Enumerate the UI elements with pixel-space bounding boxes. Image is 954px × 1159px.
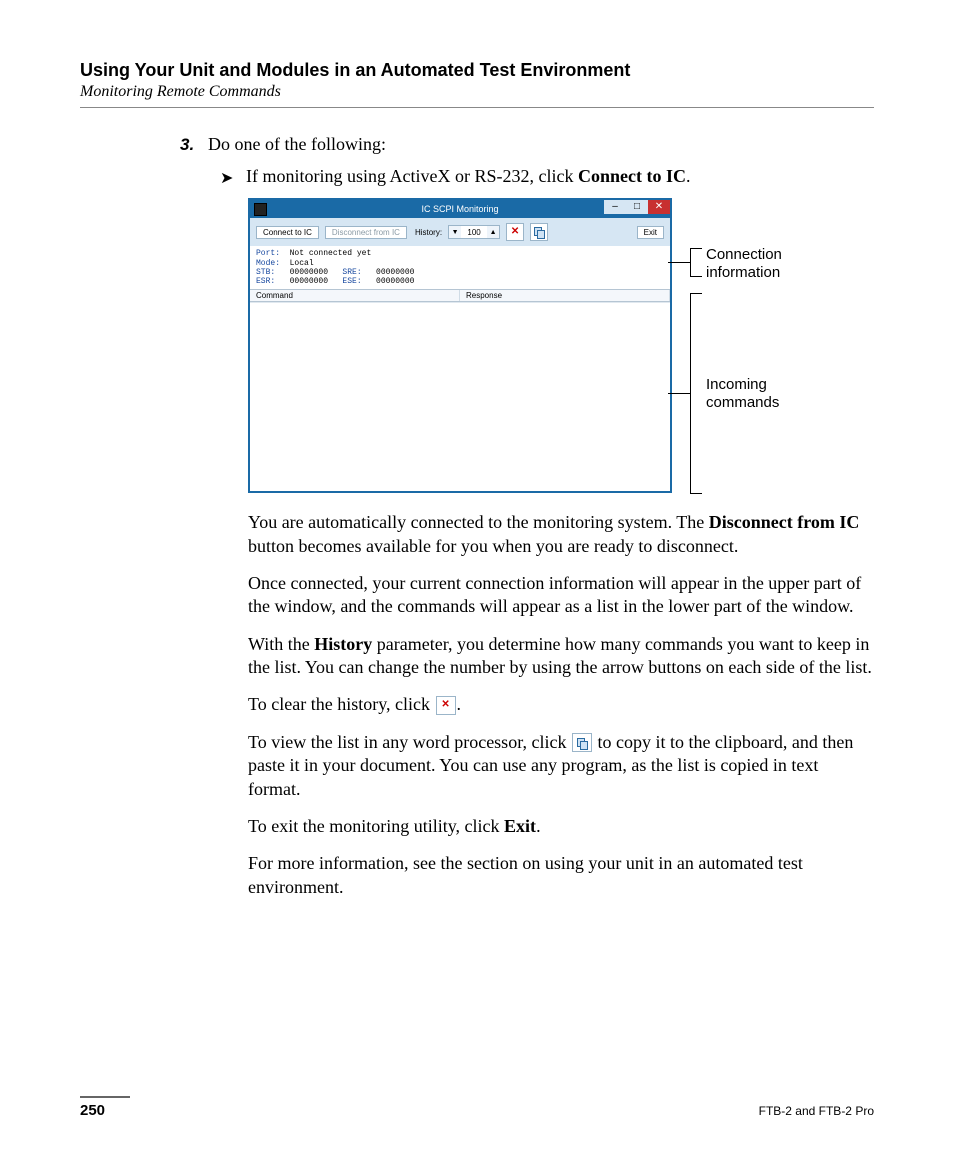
paragraph: You are automatically connected to the m… xyxy=(248,511,874,558)
text: To clear the history, click xyxy=(248,694,435,714)
callout-leader xyxy=(690,248,702,249)
exit-button[interactable]: Exit xyxy=(637,226,664,239)
bullet-arrow-icon: ➤ xyxy=(220,168,246,188)
page-footer: 250 FTB-2 and FTB-2 Pro xyxy=(80,1096,874,1119)
close-button[interactable]: ✕ xyxy=(648,200,670,214)
x-icon: ✕ xyxy=(511,227,519,237)
mode-label: Mode: xyxy=(256,259,280,268)
column-response: Response xyxy=(460,290,670,301)
text: With the xyxy=(248,634,314,654)
paragraph: Once connected, your current connection … xyxy=(248,572,874,619)
footer-rule xyxy=(80,1096,130,1098)
product-name: FTB-2 and FTB-2 Pro xyxy=(759,1104,874,1118)
paragraph: To view the list in any word processor, … xyxy=(248,731,874,801)
disconnect-from-ic-button[interactable]: Disconnect from IC xyxy=(325,226,407,239)
chapter-title: Using Your Unit and Modules in an Automa… xyxy=(80,60,874,81)
text-bold: Exit xyxy=(504,816,536,836)
clear-history-button[interactable]: ✕ xyxy=(506,223,524,241)
copy-icon xyxy=(577,738,587,748)
sre-value: 00000000 xyxy=(376,268,414,277)
paragraph: With the History parameter, you determin… xyxy=(248,633,874,680)
paragraph: For more information, see the section on… xyxy=(248,852,874,899)
callout-leader xyxy=(668,262,690,263)
callout-incoming-commands: Incoming commands xyxy=(706,376,806,411)
mode-value: Local xyxy=(290,259,314,268)
history-spinner[interactable]: ▼ 100 ▲ xyxy=(448,225,500,239)
page-number: 250 xyxy=(80,1102,105,1119)
stb-value: 00000000 xyxy=(290,268,328,277)
callout-leader xyxy=(690,248,691,276)
text-bold: Disconnect from IC xyxy=(709,512,860,532)
callout-leader xyxy=(690,293,702,294)
minimize-button[interactable]: – xyxy=(604,200,626,214)
text-bold: History xyxy=(314,634,372,654)
port-value: Not connected yet xyxy=(290,249,372,258)
history-label: History: xyxy=(415,228,442,237)
paragraph: To exit the monitoring utility, click Ex… xyxy=(248,815,874,838)
x-icon: ✕ xyxy=(441,700,449,710)
list-header: Command Response xyxy=(250,289,670,302)
port-label: Port: xyxy=(256,249,280,258)
text: To exit the monitoring utility, click xyxy=(248,816,504,836)
maximize-button[interactable]: □ xyxy=(626,200,648,214)
command-list[interactable] xyxy=(250,302,670,491)
connection-info-panel: Port: Not connected yet Mode: Local STB:… xyxy=(250,246,670,289)
bullet-text: If monitoring using ActiveX or RS-232, c… xyxy=(246,165,690,188)
ese-label: ESE: xyxy=(342,277,361,286)
section-subtitle: Monitoring Remote Commands xyxy=(80,83,874,101)
history-down-button[interactable]: ▼ xyxy=(449,226,461,238)
toolbar: Connect to IC Disconnect from IC History… xyxy=(250,218,670,246)
app-window: IC SCPI Monitoring – □ ✕ Connect to IC D… xyxy=(248,198,672,493)
paragraph: To clear the history, click ✕. xyxy=(248,693,874,716)
text: button becomes available for you when yo… xyxy=(248,536,738,556)
callout-leader xyxy=(668,393,690,394)
window-titlebar: IC SCPI Monitoring – □ ✕ xyxy=(250,200,670,218)
step-text: Do one of the following: xyxy=(208,134,386,155)
connect-to-ic-button[interactable]: Connect to IC xyxy=(256,226,319,239)
bullet-prefix: If monitoring using ActiveX or RS-232, c… xyxy=(246,166,578,186)
text: You are automatically connected to the m… xyxy=(248,512,709,532)
history-value: 100 xyxy=(461,228,487,237)
esr-value: 00000000 xyxy=(290,277,328,286)
copy-button[interactable] xyxy=(530,223,548,241)
figure: IC SCPI Monitoring – □ ✕ Connect to IC D… xyxy=(248,198,803,493)
column-command: Command xyxy=(250,290,460,301)
header-rule xyxy=(80,107,874,108)
window-title: IC SCPI Monitoring xyxy=(421,204,498,214)
bullet-suffix: . xyxy=(686,166,691,186)
callout-leader xyxy=(690,276,702,277)
callout-leader xyxy=(690,493,702,494)
window-icon xyxy=(254,203,267,216)
inline-copy-icon xyxy=(572,733,592,752)
inline-clear-icon: ✕ xyxy=(436,696,456,715)
callout-leader xyxy=(690,293,691,493)
text: . xyxy=(536,816,541,836)
esr-label: ESR: xyxy=(256,277,275,286)
step-number: 3. xyxy=(180,135,208,155)
sre-label: SRE: xyxy=(342,268,361,277)
history-up-button[interactable]: ▲ xyxy=(487,226,499,238)
ese-value: 00000000 xyxy=(376,277,414,286)
text: To view the list in any word processor, … xyxy=(248,732,571,752)
callout-connection-info: Connection information xyxy=(706,246,806,281)
bullet-bold: Connect to IC xyxy=(578,166,686,186)
copy-icon xyxy=(534,227,544,237)
text: . xyxy=(457,694,462,714)
stb-label: STB: xyxy=(256,268,275,277)
